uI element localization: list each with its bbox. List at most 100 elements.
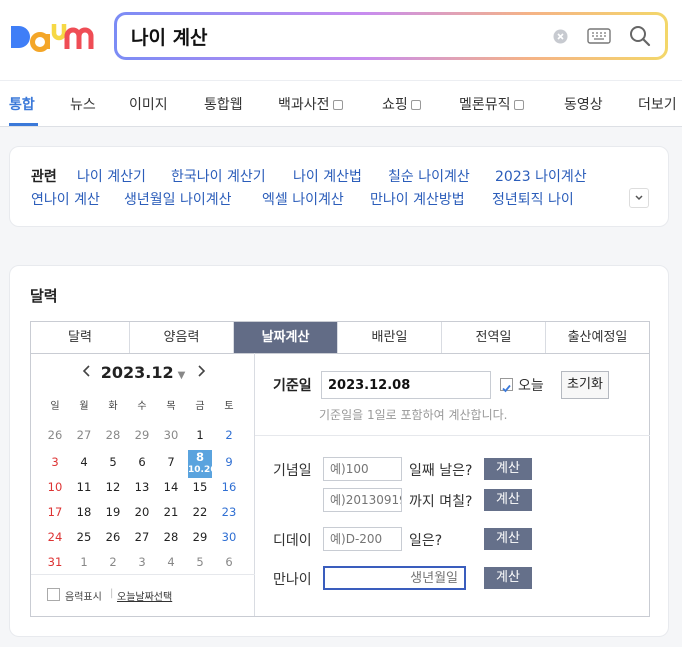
tab-images[interactable]: 이미지 bbox=[129, 94, 168, 114]
next-month-button[interactable] bbox=[195, 363, 207, 383]
day-cell[interactable]: 3 bbox=[130, 555, 154, 569]
daum-logo[interactable] bbox=[9, 20, 95, 54]
dday-input[interactable] bbox=[323, 527, 402, 551]
tab-news[interactable]: 뉴스 bbox=[70, 94, 96, 114]
day-cell[interactable]: 3 bbox=[43, 455, 67, 469]
calendar-widget: 달력 달력 양음력 날짜계산 배란일 전역일 출산예정일 2023.12 ▼ 일 월… bbox=[9, 265, 669, 637]
calendar-body: 2023.12 ▼ 일월화수목금토 26 27 28 29 30 1 2 3 4 5 6 7 8 10.26… bbox=[30, 353, 650, 617]
day-cell-selected[interactable]: 8 10.26 bbox=[188, 450, 217, 478]
day-cell[interactable]: 25 bbox=[72, 530, 96, 544]
related-link[interactable]: 만나이 계산방법 bbox=[370, 189, 465, 209]
day-cell[interactable]: 9 bbox=[217, 455, 241, 469]
tab-label: 멜론뮤직 bbox=[459, 97, 511, 113]
today-select-link[interactable]: 오늘날짜선택 bbox=[117, 588, 172, 603]
external-icon bbox=[410, 100, 421, 110]
day-cell[interactable]: 2 bbox=[217, 428, 241, 442]
weekday-label: 화 bbox=[108, 401, 118, 412]
day-cell[interactable]: 28 bbox=[101, 428, 125, 442]
reset-button[interactable]: 초기화 bbox=[561, 371, 609, 399]
expand-button[interactable] bbox=[629, 188, 649, 208]
search-input[interactable] bbox=[131, 23, 511, 49]
birthdate-input[interactable] bbox=[323, 566, 466, 590]
calc-button[interactable]: 계산 bbox=[484, 567, 532, 589]
ctab-date-calc[interactable]: 날짜계산 bbox=[234, 322, 338, 353]
day-cell[interactable]: 28 bbox=[159, 530, 183, 544]
day-cell[interactable]: 29 bbox=[188, 530, 212, 544]
day-cell[interactable]: 30 bbox=[217, 530, 241, 544]
base-date-input[interactable] bbox=[321, 371, 491, 399]
month-selector[interactable]: 2023.12 ▼ bbox=[31, 363, 255, 382]
ctab-discharge[interactable]: 전역일 bbox=[442, 322, 546, 353]
day-cell[interactable]: 4 bbox=[159, 555, 183, 569]
day-cell[interactable]: 29 bbox=[130, 428, 154, 442]
search-icon[interactable] bbox=[628, 24, 652, 52]
day-cell[interactable]: 2 bbox=[101, 555, 125, 569]
keyboard-icon[interactable] bbox=[587, 27, 611, 49]
anniversary-days-input[interactable] bbox=[323, 457, 402, 481]
day-cell[interactable]: 20 bbox=[130, 505, 154, 519]
calc-button[interactable]: 계산 bbox=[484, 458, 532, 480]
day-cell[interactable]: 11 bbox=[72, 480, 96, 494]
weekday-label: 수 bbox=[137, 401, 147, 412]
base-date-note: 기준일을 1일로 포함하여 계산합니다. bbox=[319, 408, 508, 422]
day-cell[interactable]: 27 bbox=[130, 530, 154, 544]
dday-label: 디데이 bbox=[273, 533, 312, 549]
day-cell[interactable]: 4 bbox=[72, 455, 96, 469]
day-cell[interactable]: 1 bbox=[188, 428, 212, 442]
search-tabs: 통합 뉴스 이미지 통합웹 백과사전 쇼핑 멜론뮤직 동영상 더보기 bbox=[0, 80, 682, 127]
day-cell[interactable]: 26 bbox=[43, 428, 67, 442]
day-cell[interactable]: 10 bbox=[43, 480, 67, 494]
ctab-ovulation[interactable]: 배란일 bbox=[338, 322, 442, 353]
related-link[interactable]: 나이 계산기 bbox=[77, 166, 146, 186]
tab-web[interactable]: 통합웹 bbox=[204, 94, 243, 114]
related-link[interactable]: 2023 나이계산 bbox=[495, 166, 587, 186]
day-cell[interactable]: 6 bbox=[217, 555, 241, 569]
today-checkbox[interactable] bbox=[500, 378, 513, 393]
related-link[interactable]: 한국나이 계산기 bbox=[171, 166, 266, 186]
related-link[interactable]: 엑셀 나이계산 bbox=[262, 189, 344, 209]
anniversary-date-input[interactable] bbox=[323, 488, 402, 512]
tab-video[interactable]: 동영상 bbox=[564, 94, 603, 114]
day-cell[interactable]: 5 bbox=[188, 555, 212, 569]
ctab-due-date[interactable]: 출산예정일 bbox=[546, 322, 649, 353]
related-link[interactable]: 칠순 나이계산 bbox=[388, 166, 470, 186]
clear-icon[interactable] bbox=[553, 29, 568, 48]
day-cell[interactable]: 30 bbox=[159, 428, 183, 442]
lunar-date: 10.26 bbox=[188, 465, 217, 475]
tab-shopping[interactable]: 쇼핑 bbox=[382, 94, 421, 114]
day-cell[interactable]: 12 bbox=[101, 480, 125, 494]
related-link[interactable]: 연나이 계산 bbox=[31, 189, 100, 209]
tab-more[interactable]: 더보기 bbox=[638, 94, 677, 114]
day-cell[interactable]: 27 bbox=[72, 428, 96, 442]
day-cell[interactable]: 16 bbox=[217, 480, 241, 494]
day-cell[interactable]: 19 bbox=[101, 505, 125, 519]
day-cell[interactable]: 13 bbox=[130, 480, 154, 494]
tab-integrated[interactable]: 통합 bbox=[9, 94, 35, 114]
calc-button[interactable]: 계산 bbox=[484, 489, 532, 511]
tab-encyclopedia[interactable]: 백과사전 bbox=[278, 94, 343, 114]
day-cell[interactable]: 31 bbox=[43, 555, 67, 569]
day-cell[interactable]: 7 bbox=[159, 455, 183, 469]
ctab-lunar[interactable]: 양음력 bbox=[130, 322, 234, 353]
day-cell[interactable]: 21 bbox=[159, 505, 183, 519]
day-cell[interactable]: 5 bbox=[101, 455, 125, 469]
related-link[interactable]: 정년퇴직 나이 bbox=[492, 189, 574, 209]
day-cell[interactable]: 14 bbox=[159, 480, 183, 494]
day-cell[interactable]: 24 bbox=[43, 530, 67, 544]
day-cell[interactable]: 18 bbox=[72, 505, 96, 519]
chevron-right-icon bbox=[198, 365, 206, 377]
day-cell[interactable]: 1 bbox=[72, 555, 96, 569]
day-cell[interactable]: 6 bbox=[130, 455, 154, 469]
day-cell[interactable]: 26 bbox=[101, 530, 125, 544]
divider: | bbox=[110, 588, 114, 599]
calc-button[interactable]: 계산 bbox=[484, 528, 532, 550]
day-cell[interactable]: 23 bbox=[217, 505, 241, 519]
day-cell[interactable]: 17 bbox=[43, 505, 67, 519]
day-cell[interactable]: 15 bbox=[188, 480, 212, 494]
day-cell[interactable]: 22 bbox=[188, 505, 212, 519]
related-link[interactable]: 생년월일 나이계산 bbox=[124, 189, 232, 209]
lunar-checkbox[interactable] bbox=[47, 588, 60, 601]
related-link[interactable]: 나이 계산법 bbox=[293, 166, 362, 186]
ctab-calendar[interactable]: 달력 bbox=[31, 322, 130, 353]
tab-melon[interactable]: 멜론뮤직 bbox=[459, 94, 524, 114]
